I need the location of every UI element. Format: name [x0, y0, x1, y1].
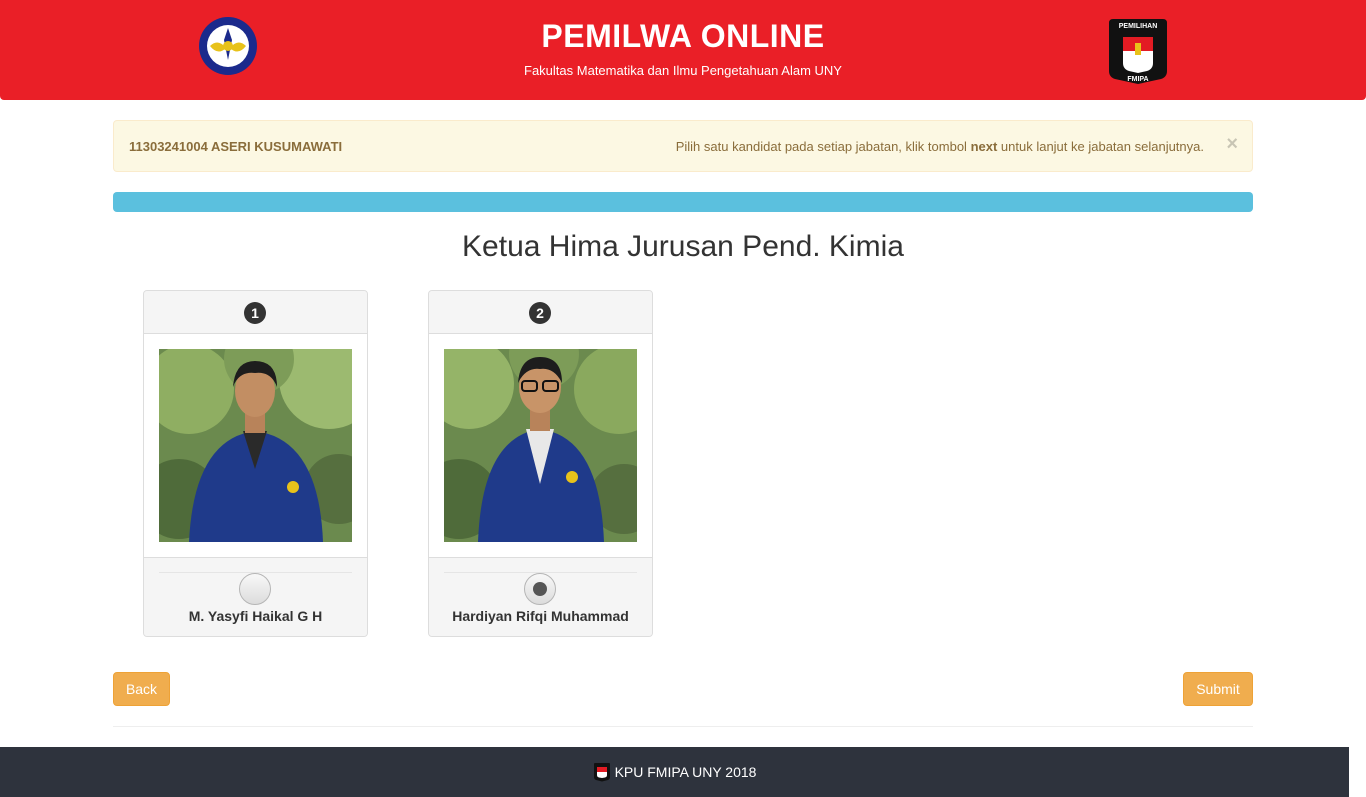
- candidate-card-header: 1: [144, 291, 367, 334]
- candidate-card-2[interactable]: 2 Hardiyan Rifqi Muhammad: [428, 290, 653, 637]
- candidate-photo: [444, 349, 637, 542]
- candidate-photo-area: [429, 334, 652, 558]
- progress-fill: [113, 192, 1253, 212]
- close-alert-button[interactable]: ×: [1226, 134, 1238, 154]
- back-button[interactable]: Back: [113, 672, 170, 706]
- divider: [113, 726, 1253, 727]
- progress-bar: [113, 192, 1253, 212]
- submit-button[interactable]: Submit: [1183, 672, 1253, 706]
- candidate-card-1[interactable]: 1 M. Yasyfi Haikal G H: [143, 290, 368, 637]
- radio-dot: [533, 582, 547, 596]
- candidate-card-footer: Hardiyan Rifqi Muhammad: [429, 558, 652, 636]
- position-title: Ketua Hima Jurusan Pend. Kimia: [462, 230, 904, 263]
- svg-text:PEMILIHAN: PEMILIHAN: [1119, 23, 1158, 30]
- candidate-photo: [159, 349, 352, 542]
- candidate-number-badge: 2: [529, 302, 551, 324]
- candidate-name: Hardiyan Rifqi Muhammad: [452, 608, 629, 624]
- svg-text:FMIPA: FMIPA: [1127, 76, 1148, 83]
- candidate-photo-area: [144, 334, 367, 558]
- site-footer: KPU FMIPA UNY 2018: [0, 747, 1349, 797]
- instruction-text: Pilih satu kandidat pada setiap jabatan,…: [675, 139, 1204, 154]
- instruction-alert: 11303241004 ASERI KUSUMAWATI Pilih satu …: [113, 120, 1253, 172]
- kpu-logo-icon: [593, 763, 610, 782]
- select-candidate-2-radio[interactable]: [524, 573, 556, 605]
- candidate-number-badge: 1: [244, 302, 266, 324]
- footer-content: KPU FMIPA UNY 2018: [0, 762, 1349, 782]
- candidate-card-footer: M. Yasyfi Haikal G H: [144, 558, 367, 636]
- candidate-name: M. Yasyfi Haikal G H: [188, 608, 323, 624]
- candidate-card-header: 2: [429, 291, 652, 334]
- select-candidate-1-radio[interactable]: [239, 573, 271, 605]
- kpu-logo-icon: PEMILIHAN FMIPA: [1109, 19, 1167, 84]
- voter-identity: 11303241004 ASERI KUSUMAWATI: [129, 139, 343, 154]
- footer-text: KPU FMIPA UNY 2018: [614, 764, 757, 780]
- site-header: PEMILWA ONLINE Fakultas Matematika dan I…: [0, 0, 1366, 100]
